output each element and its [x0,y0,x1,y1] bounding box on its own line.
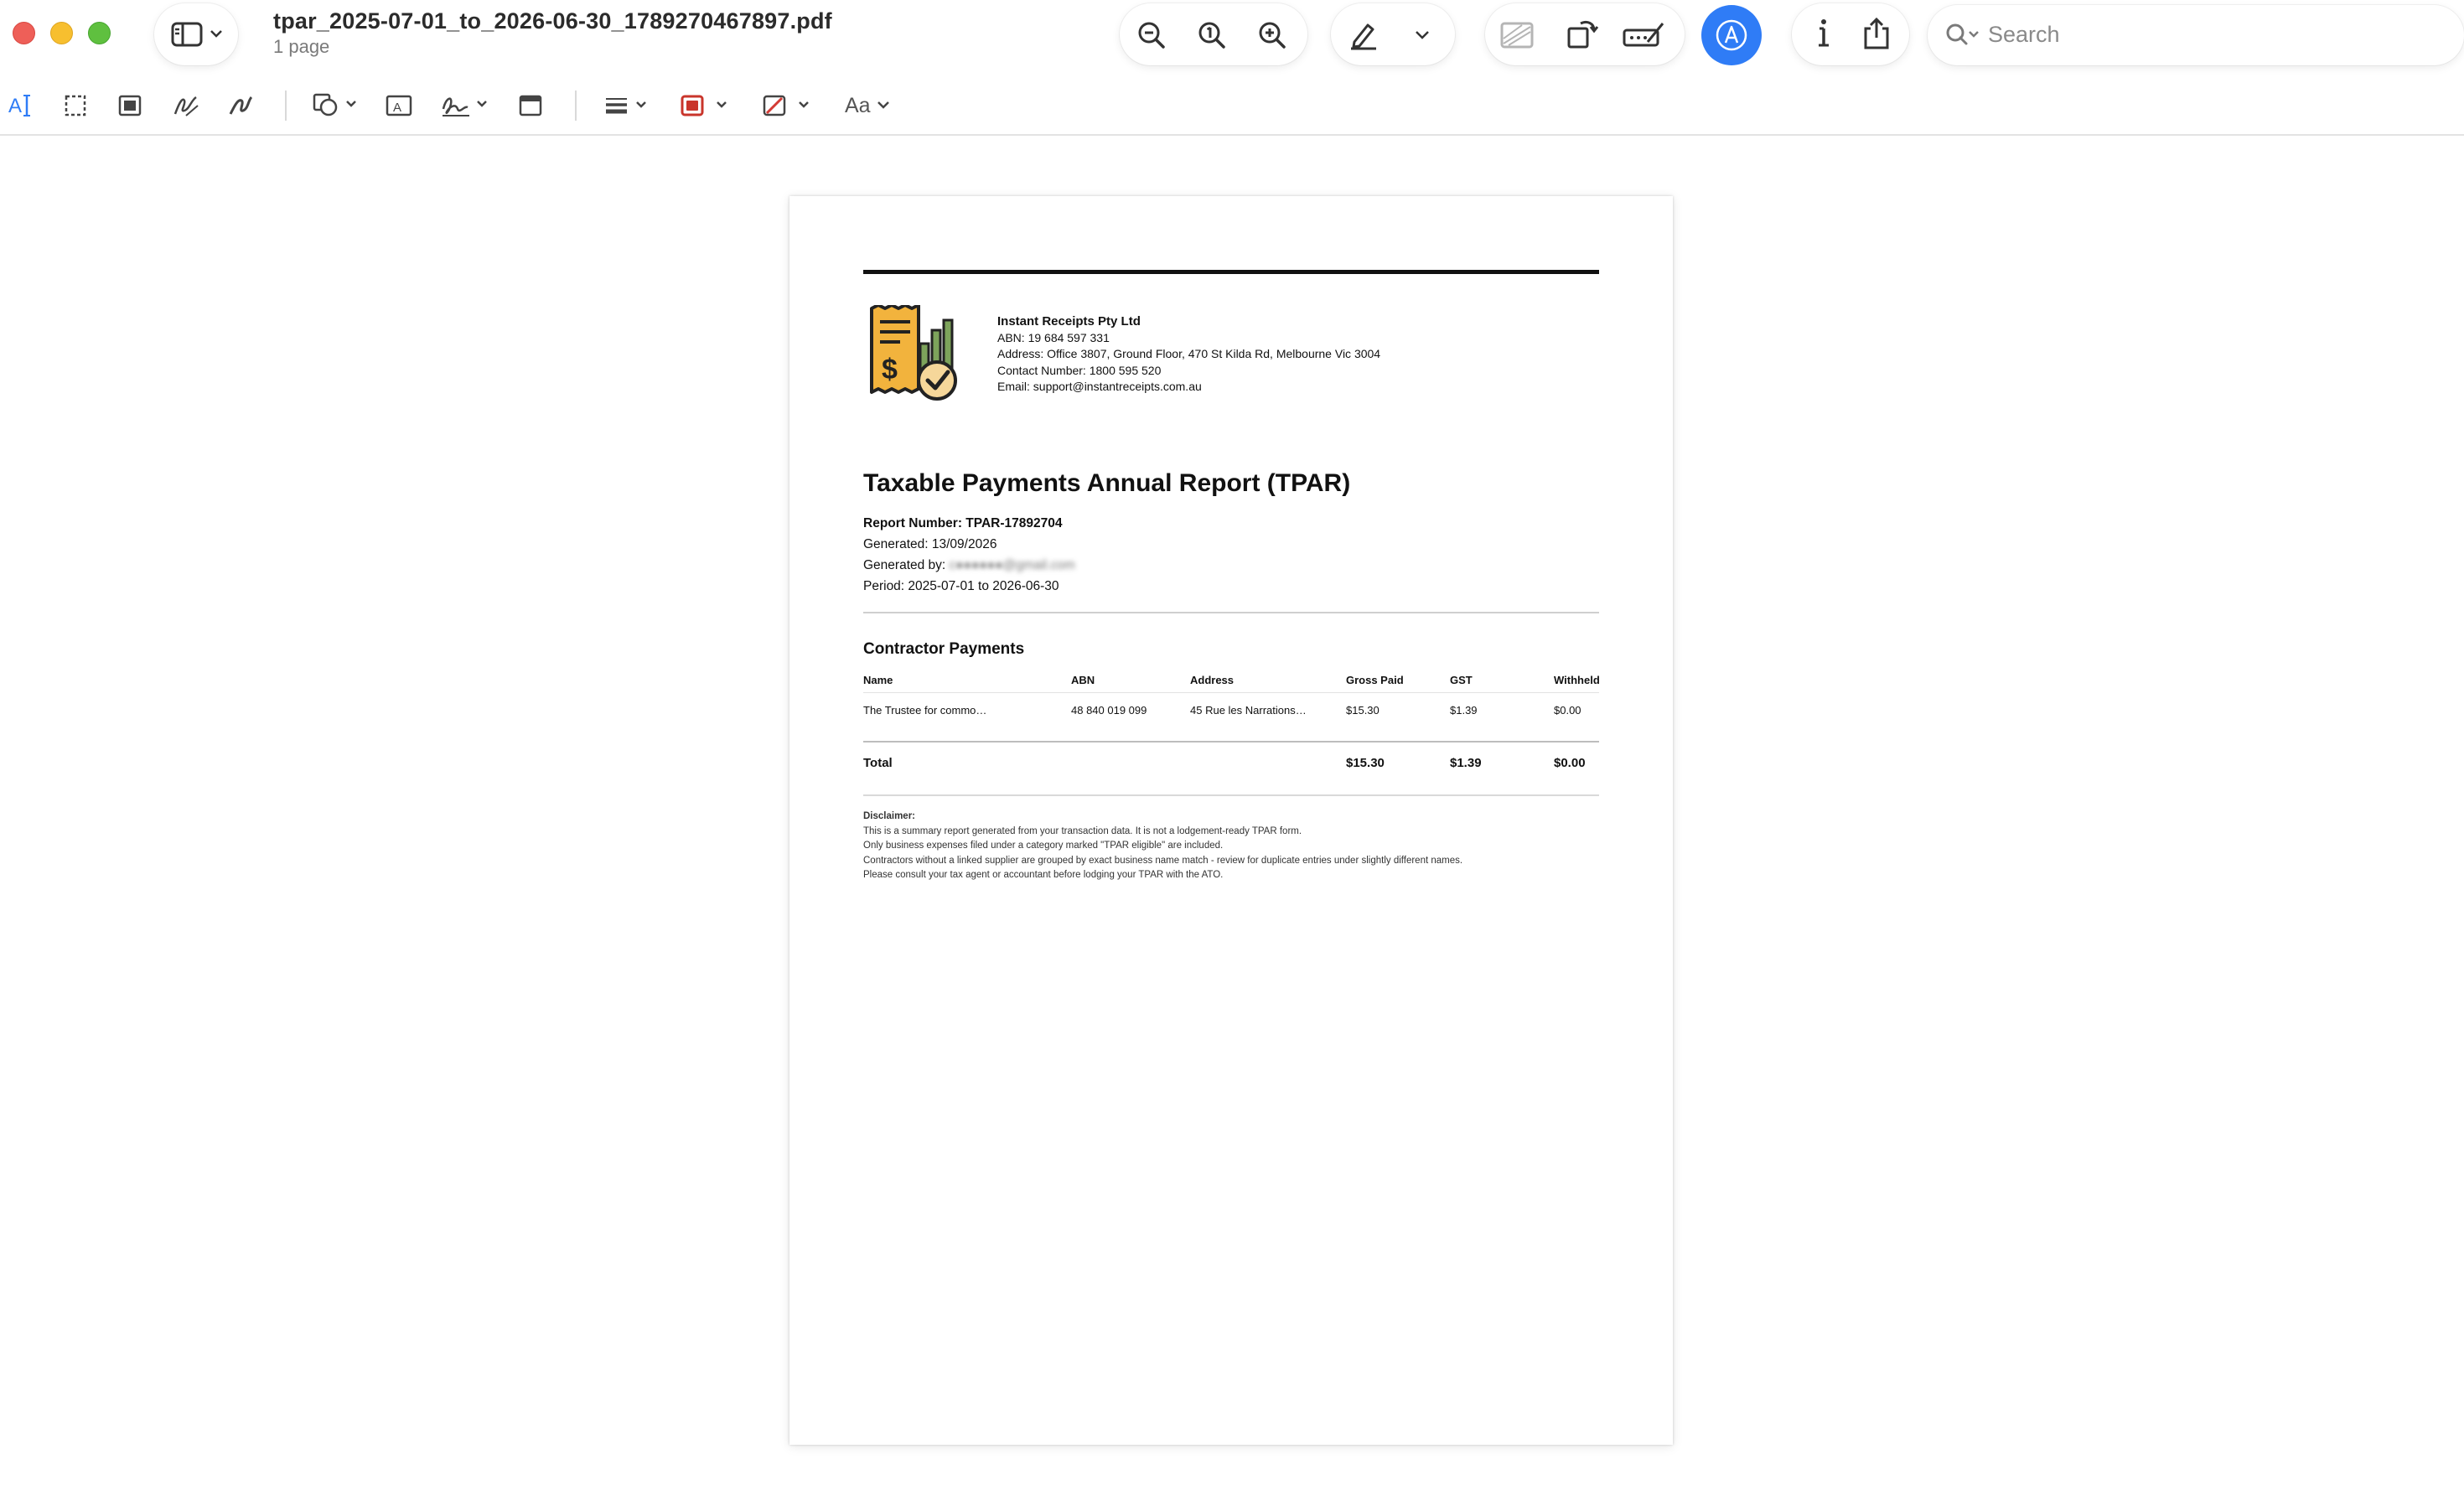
svg-text:A: A [8,95,22,117]
cell-name: The Trustee for commo… [863,704,987,717]
page-count: 1 page [273,36,330,57]
note-icon[interactable] [518,94,543,117]
sidebar-toggle-button[interactable] [154,3,238,65]
header-rule [863,270,1599,274]
sidebar-icon [171,22,203,47]
company-email: Email: support@instantreceipts.com.au [997,380,1202,393]
svg-text:$: $ [882,354,898,385]
generated-by: Generated by: c●●●●●●@gmail.com [863,555,1075,576]
column-header-gst: GST [1450,674,1473,686]
total-gst: $1.39 [1450,756,1482,770]
company-contact: Contact Number: 1800 595 520 [997,363,1162,377]
total-bottom-rule [863,794,1599,796]
text-selection-icon[interactable]: A [8,92,34,119]
svg-text:A: A [393,101,401,115]
zoom-out-icon[interactable] [1136,20,1167,50]
smart-lasso-icon[interactable] [117,94,142,117]
document-canvas[interactable]: $ Instant Receipts Pty Ltd ABN: 19 684 5… [0,136,2464,1485]
receipt-logo-icon: $ [867,305,967,402]
markup-icon [1713,17,1750,54]
text-style-label[interactable]: Aa [845,94,871,118]
column-header-gross-paid: Gross Paid [1346,674,1404,686]
close-window-button[interactable] [13,22,35,44]
report-period: Period: 2025-07-01 to 2026-06-30 [863,579,1059,593]
share-icon[interactable] [1862,17,1891,50]
markup-toolbar-toggle[interactable] [1701,5,1762,65]
column-header-name: Name [863,674,893,686]
company-details: Instant Receipts Pty Ltd ABN: 19 684 597… [997,313,1380,396]
company-abn: ABN: 19 684 597 331 [997,330,1110,344]
table-header-rule [863,692,1599,693]
column-header-abn: ABN [1071,674,1095,686]
generated-by-label: Generated by: [863,558,946,572]
column-header-address: Address [1190,674,1235,686]
info-share-controls [1792,3,1909,65]
generated-date: Generated: 13/09/2026 [863,537,997,551]
text-box-icon[interactable]: A [386,94,412,117]
chevron-down-icon [210,28,223,39]
zoom-controls [1120,3,1307,65]
minimize-window-button[interactable] [50,22,73,44]
total-withheld: $0.00 [1554,756,1586,770]
window-toolbar: tpar_2025-07-01_to_2026-06-30_1789270467… [0,0,2464,136]
draw-icon[interactable] [228,94,255,117]
total-gross-paid: $15.30 [1346,756,1385,770]
company-name: Instant Receipts Pty Ltd [997,314,1141,329]
sign-icon[interactable] [441,92,491,119]
edit-controls [1485,3,1685,65]
info-icon[interactable] [1815,17,1832,50]
section-divider [863,612,1599,613]
search-icon [1944,22,1981,49]
pdf-page[interactable]: $ Instant Receipts Pty Ltd ABN: 19 684 5… [789,196,1673,1445]
actual-size-icon[interactable] [1197,20,1227,50]
image-icon [1500,22,1534,49]
column-header-withheld: Withheld [1554,674,1600,686]
highlight-controls [1331,3,1455,65]
highlight-pen-icon[interactable] [1348,20,1380,50]
report-number: Report Number: TPAR-17892704 [863,516,1063,530]
company-address: Address: Office 3807, Ground Floor, 470 … [997,347,1381,360]
chevron-down-icon[interactable] [877,101,890,111]
border-color-icon[interactable] [681,94,732,117]
redact-icon[interactable] [1623,20,1666,50]
disclaimer-line: Please consult your tax agent or account… [863,870,1224,880]
rotate-icon[interactable] [1566,17,1599,50]
search-placeholder: Search [1988,22,2060,47]
cell-address: 45 Rue les Narrations… [1190,704,1307,717]
cell-gst: $1.39 [1450,704,1478,717]
generated-by-email-redacted: c●●●●●●@gmail.com [949,558,1075,572]
fill-color-icon[interactable] [763,94,815,117]
toolbar-divider [285,91,287,121]
search-field[interactable]: Search [1928,5,2464,65]
cell-withheld: $0.00 [1554,704,1581,717]
disclaimer: Disclaimer: This is a summary report gen… [863,810,1462,883]
cell-gross-paid: $15.30 [1346,704,1380,717]
total-rule [863,741,1599,742]
section-title: Contractor Payments [863,640,1025,658]
cell-abn: 48 840 019 099 [1071,704,1147,717]
disclaimer-line: Contractors without a linked supplier ar… [863,855,1463,866]
report-meta: Report Number: TPAR-17892704 Generated: … [863,513,1075,597]
disclaimer-line: This is a summary report generated from … [863,825,1302,836]
report-title: Taxable Payments Annual Report (TPAR) [863,469,1351,497]
document-title: tpar_2025-07-01_to_2026-06-30_1789270467… [273,8,832,34]
disclaimer-line: Only business expenses filed under a cat… [863,841,1224,851]
total-label: Total [863,756,893,770]
maximize-window-button[interactable] [88,22,111,44]
shapes-icon[interactable] [312,92,360,117]
disclaimer-heading: Disclaimer: [863,811,916,821]
zoom-in-icon[interactable] [1257,20,1287,50]
border-style-icon[interactable] [603,94,652,117]
rectangular-selection-icon[interactable] [64,94,87,117]
chevron-down-icon[interactable] [1415,30,1430,40]
toolbar-divider [575,91,577,121]
sketch-icon[interactable] [173,94,199,117]
